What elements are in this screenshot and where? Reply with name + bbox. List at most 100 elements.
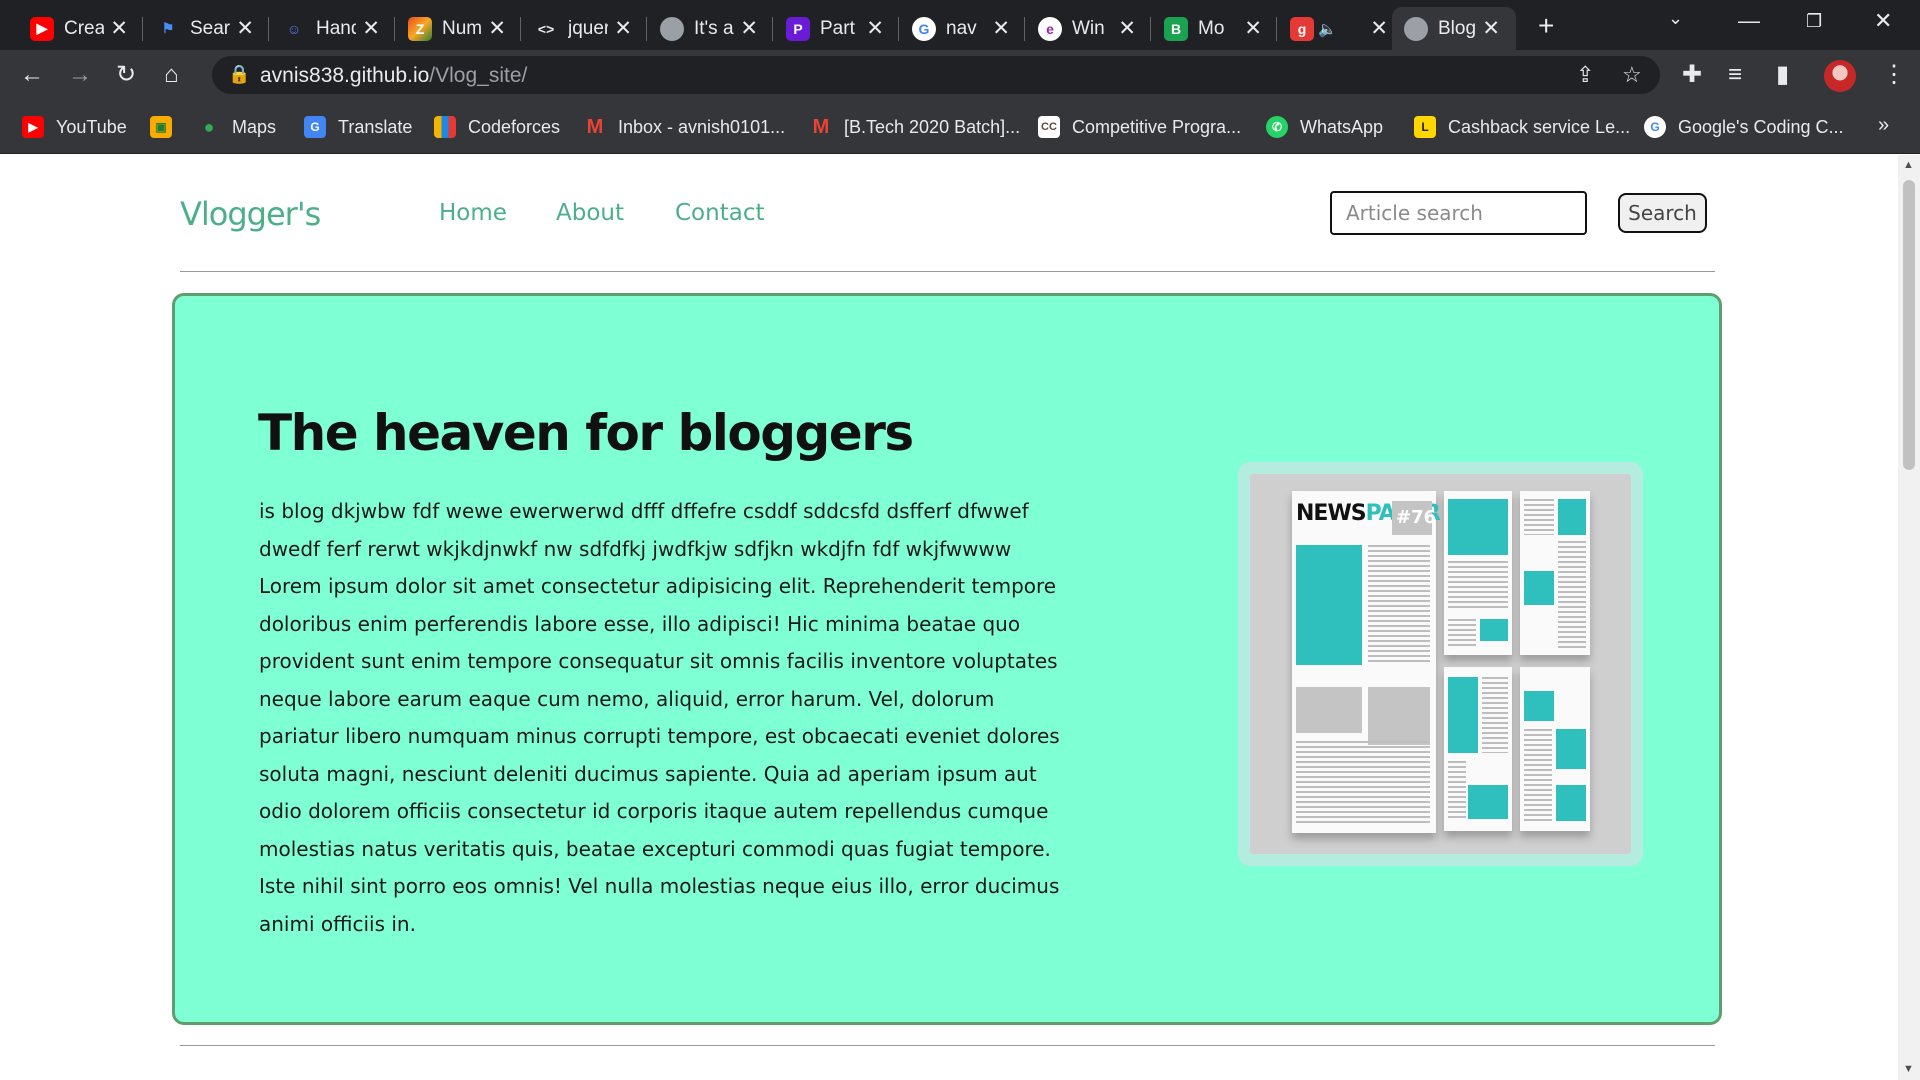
- close-icon[interactable]: ✕: [488, 16, 506, 41]
- close-icon[interactable]: ✕: [992, 16, 1010, 41]
- extensions-icon[interactable]: ✚: [1682, 61, 1702, 89]
- page-scrollbar[interactable]: ▲ ▼: [1898, 155, 1920, 1080]
- tab-2[interactable]: ☺ Hand ✕: [270, 7, 396, 50]
- url-text[interactable]: avnis838.github.io/Vlog_site/: [260, 64, 527, 88]
- tab-6[interactable]: P Part ✕: [774, 7, 900, 50]
- share-icon[interactable]: ⇪: [1576, 62, 1594, 88]
- bookmark-label: WhatsApp: [1300, 116, 1384, 137]
- tab-4[interactable]: <> jquery ✕: [522, 7, 648, 50]
- nav-contact[interactable]: Contact: [675, 200, 764, 226]
- classroom-icon: ▣: [150, 116, 172, 138]
- nav-about[interactable]: About: [556, 200, 624, 226]
- bookmark-maps[interactable]: ● Maps: [198, 112, 276, 142]
- tab-7[interactable]: G nav ✕: [900, 7, 1026, 50]
- bookmark-youtube[interactable]: ▶ YouTube: [22, 112, 127, 142]
- more-bookmarks-icon[interactable]: »: [1878, 114, 1889, 137]
- bookmark-competitive[interactable]: CC Competitive Progra...: [1038, 112, 1241, 142]
- tab-title: Part: [820, 17, 855, 39]
- bookmark-label: Codeforces: [468, 116, 561, 137]
- site-brand[interactable]: Vlogger's: [180, 195, 321, 233]
- hero-title: The heaven for bloggers: [258, 404, 914, 462]
- close-icon[interactable]: ✕: [236, 16, 254, 41]
- bookmark-cashback[interactable]: L Cashback service Le...: [1414, 112, 1630, 142]
- maps-pin-icon: ●: [203, 116, 215, 137]
- forward-icon[interactable]: →: [68, 61, 92, 89]
- close-icon[interactable]: ✕: [866, 16, 884, 41]
- speaker-icon[interactable]: 🔈: [1318, 20, 1337, 38]
- side-panel-icon[interactable]: ▮: [1776, 61, 1789, 89]
- tab-5[interactable]: It's a ✕: [648, 7, 774, 50]
- bookmark-translate[interactable]: G Translate: [304, 112, 412, 142]
- menu-kebab-icon[interactable]: ⋮: [1882, 61, 1906, 89]
- search-button[interactable]: Search: [1618, 193, 1707, 233]
- reload-icon[interactable]: ↻: [116, 61, 136, 89]
- tab-title: nav: [946, 17, 977, 39]
- close-icon[interactable]: ✕: [1244, 16, 1262, 41]
- newspaper-page-culture: [1444, 667, 1512, 831]
- tab-title: Create: [64, 17, 104, 39]
- tab-1[interactable]: ⚑ Search ✕: [144, 7, 270, 50]
- multicolor-z-icon: Z: [408, 16, 432, 41]
- close-icon[interactable]: ✕: [362, 16, 380, 41]
- article-search-input[interactable]: [1330, 191, 1587, 235]
- tab-9[interactable]: B Mo ✕: [1152, 7, 1278, 50]
- tab-title: Number: [442, 17, 482, 39]
- bookmark-google-coding[interactable]: G Google's Coding C...: [1644, 112, 1844, 142]
- lock-icon[interactable]: 🔒: [228, 64, 250, 85]
- address-bar[interactable]: 🔒 avnis838.github.io/Vlog_site/ ⇪ ☆: [212, 56, 1660, 94]
- avatar[interactable]: [1824, 60, 1856, 92]
- star-icon[interactable]: ☆: [1622, 62, 1642, 88]
- tab-title: Blog: [1438, 17, 1477, 39]
- url-path: /Vlog_site/: [429, 64, 528, 87]
- translate-icon: G: [304, 116, 326, 138]
- home-icon[interactable]: ⌂: [164, 61, 179, 89]
- bookmark-label: [B.Tech 2020 Batch]...: [844, 116, 1021, 137]
- newspaper-page-economy: [1444, 491, 1512, 655]
- bookmark-codeforces[interactable]: Codeforces: [434, 112, 560, 142]
- gmail-icon: M: [812, 115, 830, 138]
- bookmark-btech[interactable]: M [B.Tech 2020 Batch]...: [810, 112, 1020, 142]
- new-tab-icon[interactable]: +: [1538, 10, 1554, 42]
- bookmark-classroom[interactable]: ▣: [150, 112, 184, 142]
- tab-10[interactable]: g 🔈 ✕: [1278, 7, 1404, 50]
- minimize-icon[interactable]: —: [1738, 8, 1760, 34]
- tab-0[interactable]: ▶ Create ✕: [18, 7, 144, 50]
- tab-3[interactable]: Z Number ✕: [396, 7, 522, 50]
- red-g-icon: g: [1290, 16, 1314, 41]
- close-icon[interactable]: ✕: [614, 16, 632, 41]
- codeforces-icon: [434, 116, 456, 138]
- close-window-icon[interactable]: ✕: [1874, 8, 1892, 34]
- purple-p-icon: P: [786, 16, 810, 41]
- newspaper-page-business: [1520, 491, 1590, 655]
- newspaper-front-page: NEWSPAPER #76: [1292, 491, 1441, 833]
- bookmark-label: Google's Coding C...: [1678, 116, 1844, 137]
- close-icon[interactable]: ✕: [1370, 16, 1388, 41]
- divider: [180, 1045, 1715, 1046]
- scroll-up-icon[interactable]: ▲: [1903, 159, 1914, 171]
- newspaper-page-travel: [1520, 667, 1590, 831]
- tab-8[interactable]: e Win ✕: [1026, 7, 1152, 50]
- close-icon[interactable]: ✕: [110, 16, 128, 41]
- tab-search-icon[interactable]: ⌄: [1668, 8, 1683, 29]
- media-control-icon[interactable]: ≡: [1728, 61, 1742, 89]
- cashback-icon: L: [1414, 116, 1436, 138]
- tab-title: Search: [190, 17, 230, 39]
- bookmark-inbox[interactable]: M Inbox - avnish0101...: [584, 112, 785, 142]
- globe-icon: [1404, 16, 1428, 41]
- edge-e-icon: e: [1038, 16, 1062, 41]
- nav-home[interactable]: Home: [439, 200, 507, 226]
- google-icon: G: [912, 16, 936, 41]
- bookmark-whatsapp[interactable]: ✆ WhatsApp: [1266, 112, 1383, 142]
- bookmark-label: Inbox - avnish0101...: [618, 116, 786, 137]
- close-icon[interactable]: ✕: [1118, 16, 1136, 41]
- scroll-down-icon[interactable]: ▼: [1903, 1063, 1914, 1075]
- tab-strip: ▶ Create ✕ ⚑ Search ✕ ☺ Hand ✕ Z Number …: [0, 0, 1920, 50]
- restore-icon[interactable]: ❐: [1806, 11, 1822, 32]
- scrollbar-thumb[interactable]: [1903, 180, 1915, 470]
- back-icon[interactable]: ←: [20, 61, 44, 89]
- close-icon[interactable]: ✕: [1482, 16, 1500, 41]
- tab-active-blog[interactable]: Blog ✕: [1392, 7, 1516, 50]
- tab-title: Win: [1072, 17, 1105, 39]
- hero-section: The heaven for bloggers is blog dkjwbw f…: [172, 293, 1722, 1025]
- close-icon[interactable]: ✕: [740, 16, 758, 41]
